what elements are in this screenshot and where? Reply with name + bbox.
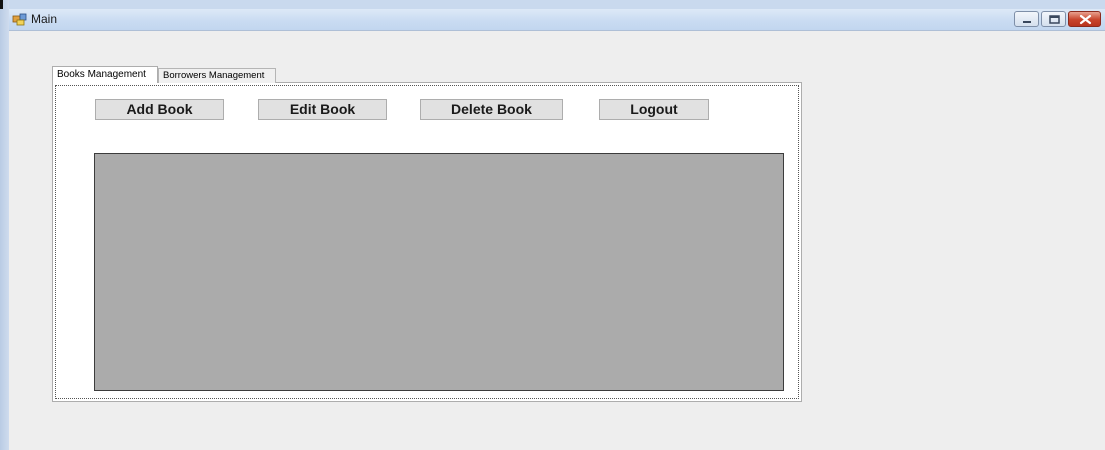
tab-books-management[interactable]: Books Management [52, 66, 158, 83]
maximize-button[interactable] [1041, 11, 1066, 27]
delete-book-button[interactable]: Delete Book [420, 99, 563, 120]
app-icon[interactable] [12, 12, 28, 26]
close-button[interactable] [1068, 11, 1101, 27]
screen: Main Books Management Borrowers Manageme… [0, 0, 1105, 450]
logout-button[interactable]: Logout [599, 99, 709, 120]
minimize-icon [1023, 21, 1031, 23]
add-book-button[interactable]: Add Book [95, 99, 224, 120]
tab-borrowers-management[interactable]: Borrowers Management [158, 68, 276, 83]
window-title: Main [31, 12, 58, 26]
minimize-button[interactable] [1014, 11, 1039, 27]
edit-book-button[interactable]: Edit Book [258, 99, 387, 120]
cursor-mark [0, 0, 3, 9]
desktop-top-edge [9, 0, 1105, 9]
maximize-icon [1049, 15, 1060, 24]
close-icon [1079, 14, 1092, 25]
desktop-edge [0, 0, 9, 450]
books-data-grid[interactable] [94, 153, 784, 391]
main-window: Main Books Management Borrowers Manageme… [9, 9, 1105, 450]
title-bar[interactable]: Main [9, 9, 1105, 31]
